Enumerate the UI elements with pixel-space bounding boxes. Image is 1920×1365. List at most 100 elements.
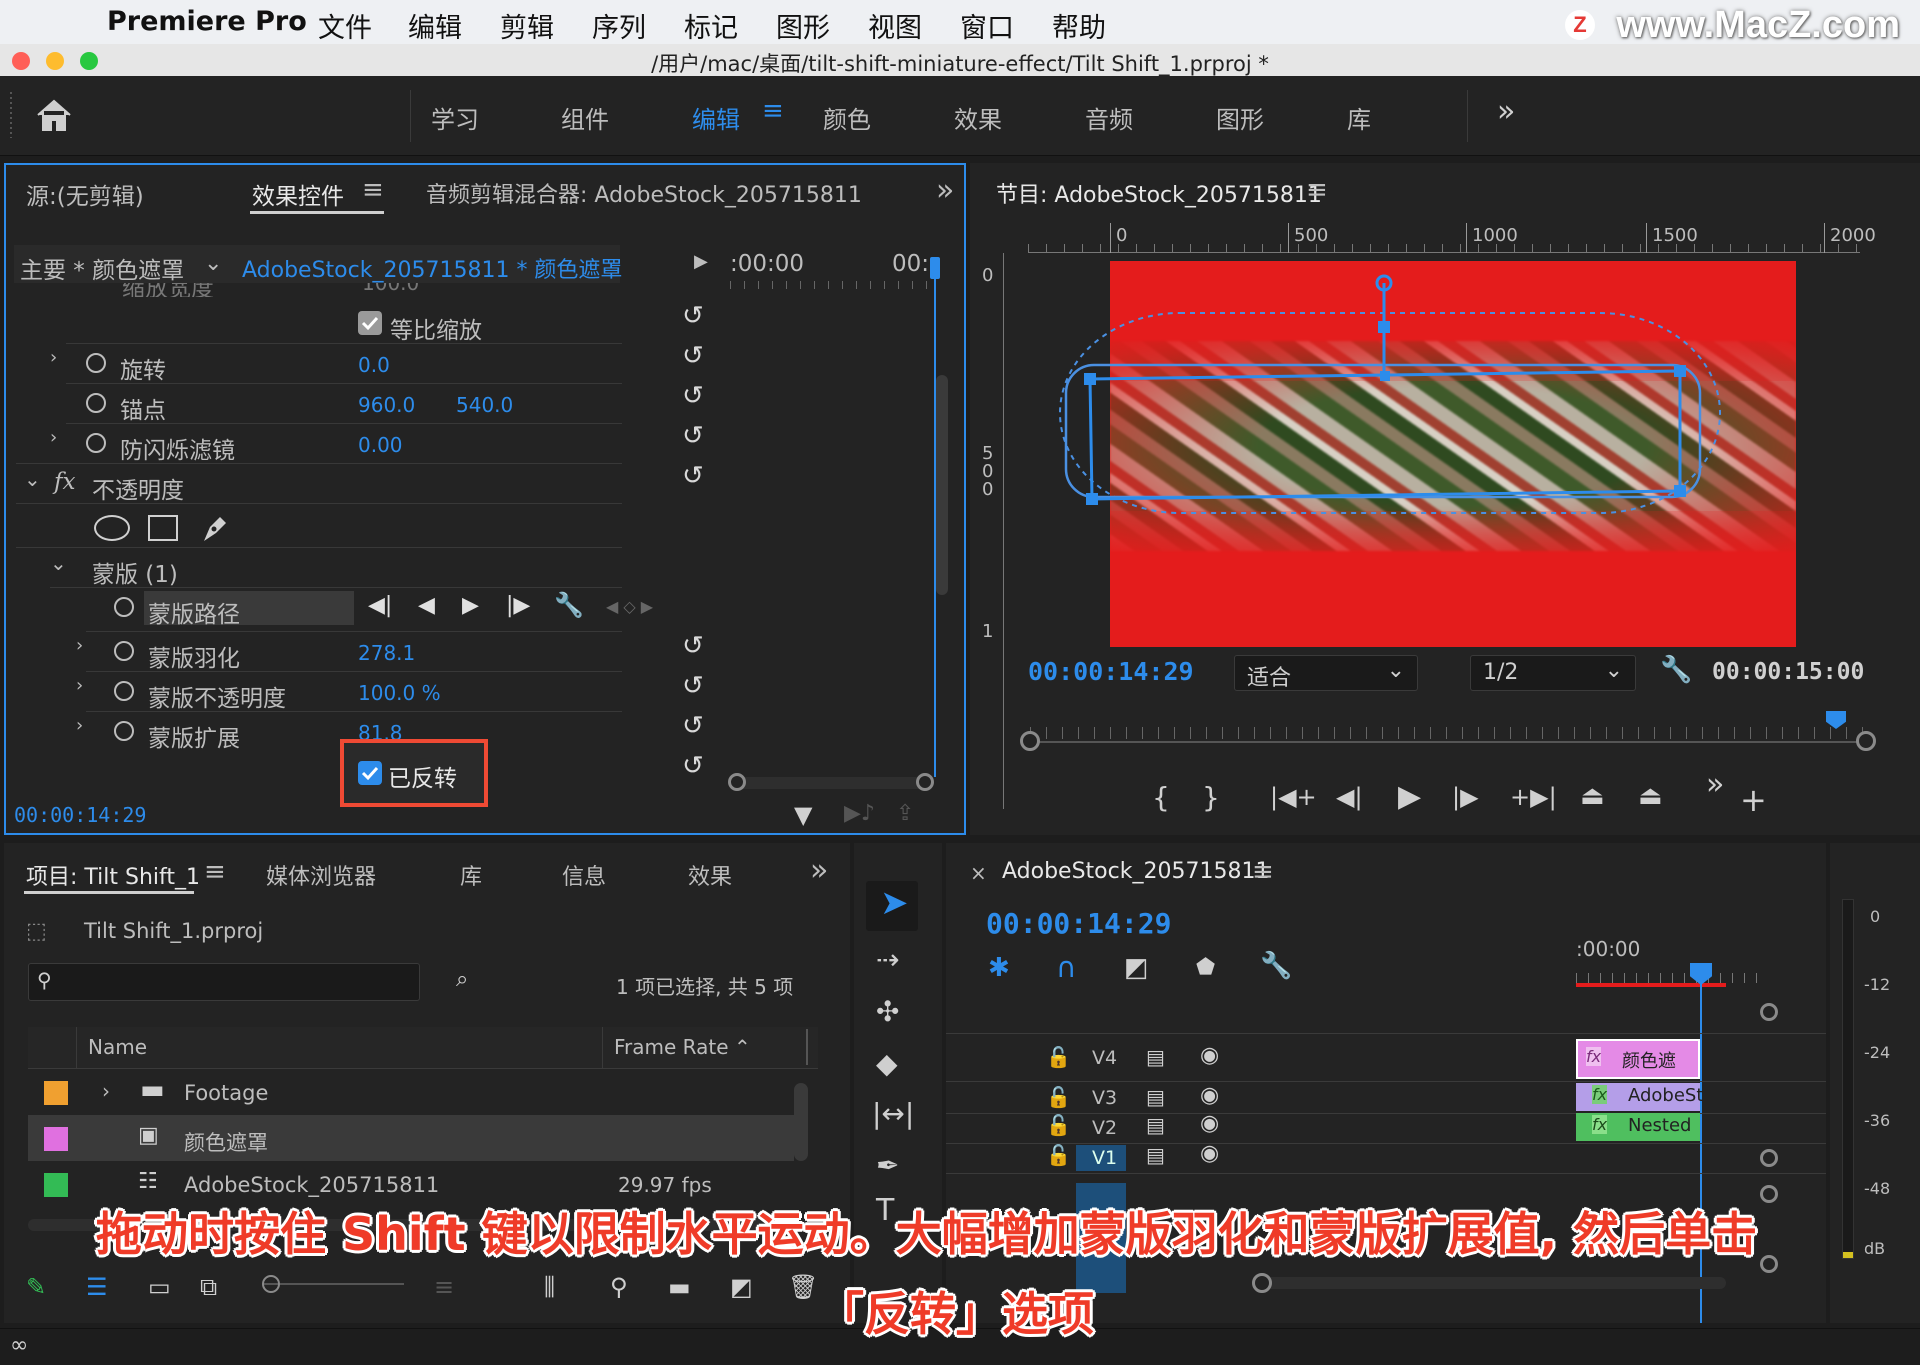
panel-menu-icon[interactable]: ≡ xyxy=(204,857,226,887)
panel-menu-icon[interactable]: ≡ xyxy=(1252,857,1274,887)
lock-icon[interactable]: 🔓 xyxy=(1046,1143,1071,1167)
program-playhead-timecode[interactable]: 00:00:14:29 xyxy=(1028,657,1194,686)
track-name-v1[interactable]: V1 xyxy=(1092,1147,1117,1169)
ripple-edit-tool-icon[interactable]: ✣ xyxy=(876,995,899,1028)
v-zoom-handle-top[interactable] xyxy=(1760,1003,1778,1021)
clip-nested[interactable]: fx Nested xyxy=(1576,1113,1700,1141)
label-color-swatch[interactable] xyxy=(44,1081,68,1105)
anchor-y-value[interactable]: 540.0 xyxy=(456,393,513,417)
button-editor-icon[interactable]: + xyxy=(1740,781,1767,819)
workspace-color[interactable]: 颜色 xyxy=(823,100,871,135)
reset-icon[interactable]: ↺ xyxy=(682,711,704,741)
sync-lock-icon[interactable]: ▤ xyxy=(1146,1113,1165,1137)
home-icon[interactable] xyxy=(36,98,72,132)
stopwatch-icon[interactable] xyxy=(114,597,134,617)
automate-to-sequence-icon[interactable]: ⫼ xyxy=(544,1273,555,1301)
ec-scrollbar[interactable] xyxy=(936,375,948,595)
mark-out-icon[interactable]: } xyxy=(1202,781,1220,814)
more-buttons-icon[interactable]: » xyxy=(1706,767,1724,802)
tab-info[interactable]: 信息 xyxy=(562,859,606,891)
workspace-assembly[interactable]: 组件 xyxy=(561,100,609,135)
keyframe-prev-icon[interactable]: ◀ ◇ ▶ xyxy=(606,597,653,616)
stopwatch-icon[interactable] xyxy=(114,641,134,661)
export-icon[interactable]: ⇪ xyxy=(896,801,914,826)
work-area-bar[interactable] xyxy=(1576,983,1726,987)
lock-icon[interactable]: 🔓 xyxy=(1046,1045,1071,1069)
extract-icon[interactable]: ⏏ xyxy=(1638,781,1663,811)
workspace-learn[interactable]: 学习 xyxy=(431,100,479,135)
workspace-effects[interactable]: 效果 xyxy=(954,100,1002,135)
sort-ascending-icon[interactable]: ⌃ xyxy=(734,1035,751,1059)
menu-view[interactable]: 视图 xyxy=(868,6,922,45)
stopwatch-icon[interactable] xyxy=(86,393,106,413)
sync-lock-icon[interactable]: ▤ xyxy=(1146,1045,1165,1069)
insert-nest-icon[interactable]: ✱ xyxy=(988,953,1010,983)
scrub-zoom-left[interactable] xyxy=(1020,731,1040,751)
sync-lock-icon[interactable]: ▤ xyxy=(1146,1085,1165,1109)
eye-icon[interactable]: ◉ xyxy=(1200,1111,1219,1136)
razor-tool-icon[interactable]: ◆ xyxy=(876,1047,898,1080)
expand-icon[interactable]: › xyxy=(50,427,57,448)
minimize-window-button[interactable] xyxy=(46,52,64,70)
go-to-in-icon[interactable]: |◀+ xyxy=(1270,783,1317,811)
sync-lock-icon[interactable]: ▤ xyxy=(1146,1143,1165,1167)
selection-tool-icon[interactable]: ➤ xyxy=(880,883,909,923)
tab-media-browser[interactable]: 媒体浏览器 xyxy=(266,859,376,891)
anti-flicker-value[interactable]: 0.00 xyxy=(358,433,403,457)
scrub-zoom-right[interactable] xyxy=(1856,731,1876,751)
tab-source[interactable]: 源:(无剪辑) xyxy=(26,177,144,211)
reset-icon[interactable]: ↺ xyxy=(682,631,704,661)
tab-libraries[interactable]: 库 xyxy=(460,859,482,891)
menu-file[interactable]: 文件 xyxy=(318,6,372,45)
zoom-slider-handle[interactable] xyxy=(262,1275,280,1293)
chevron-down-icon[interactable]: ⌄ xyxy=(204,251,222,276)
program-scrub-bar[interactable] xyxy=(1030,741,1866,743)
track-selected-backward-icon[interactable]: ◀| xyxy=(368,593,392,618)
stopwatch-icon[interactable] xyxy=(114,681,134,701)
timeline-h-scrollbar[interactable] xyxy=(1256,1277,1726,1289)
panel-grip[interactable] xyxy=(10,92,12,138)
panel-menu-icon[interactable]: ≡ xyxy=(1306,175,1328,205)
tab-effects[interactable]: 效果 xyxy=(688,859,732,891)
play-only-clip-audio-icon[interactable]: ▶ xyxy=(694,251,708,272)
timeline-timecode[interactable]: 00:00:14:29 xyxy=(986,907,1171,940)
anchor-x-value[interactable]: 960.0 xyxy=(358,393,415,417)
clip-selector[interactable]: AdobeStock_205715811 * 颜色遮罩 xyxy=(242,252,622,284)
reset-icon[interactable]: ↺ xyxy=(682,301,704,331)
zoom-window-button[interactable] xyxy=(80,52,98,70)
rectangle-mask-icon[interactable] xyxy=(148,515,178,541)
reset-icon[interactable]: ↺ xyxy=(682,341,704,371)
tab-audio-clip-mixer[interactable]: 音频剪辑混合器: AdobeStock_205715811 xyxy=(426,177,862,209)
menu-window[interactable]: 窗口 xyxy=(960,6,1014,45)
ellipse-mask-icon[interactable] xyxy=(94,515,130,541)
play-audio-icon[interactable]: ▶♪ xyxy=(844,801,875,826)
play-icon[interactable]: ▶ xyxy=(1398,779,1421,814)
track-forward-icon[interactable]: ▶ xyxy=(462,593,479,618)
settings-wrench-icon[interactable]: 🔧 xyxy=(1660,655,1692,685)
filter-icon[interactable]: ▼ xyxy=(794,801,812,829)
linked-selection-icon[interactable]: ◩ xyxy=(1124,953,1149,983)
column-name[interactable]: Name xyxy=(88,1035,147,1059)
pencil-icon[interactable]: ✎ xyxy=(26,1273,46,1301)
menu-marker[interactable]: 标记 xyxy=(684,6,738,45)
eye-icon[interactable]: ◉ xyxy=(1200,1141,1219,1166)
slip-tool-icon[interactable]: |↔| xyxy=(872,1097,914,1130)
more-panels-icon[interactable]: » xyxy=(936,173,954,208)
reset-icon[interactable]: ↺ xyxy=(682,751,704,781)
project-row-footage[interactable]: › ▬ Footage xyxy=(28,1069,794,1115)
new-item-icon[interactable]: ◩ xyxy=(730,1273,753,1301)
stopwatch-icon[interactable] xyxy=(86,353,106,373)
step-forward-icon[interactable]: |▶ xyxy=(1452,783,1479,811)
creative-cloud-icon[interactable]: ∞ xyxy=(10,1333,28,1358)
clip-adobestock[interactable]: fx AdobeSt xyxy=(1576,1083,1703,1111)
lock-icon[interactable]: 🔓 xyxy=(1046,1113,1071,1137)
expand-icon[interactable]: › xyxy=(50,347,57,368)
mask-overlay[interactable] xyxy=(1020,253,1860,653)
ec-playhead[interactable] xyxy=(930,257,940,279)
new-bin-icon[interactable]: ▬ xyxy=(668,1273,691,1301)
mask-opacity-value[interactable]: 100.0 % xyxy=(358,681,441,705)
eye-icon[interactable]: ◉ xyxy=(1200,1043,1219,1068)
program-monitor-title[interactable]: 节目: AdobeStock_205715811 xyxy=(996,177,1322,209)
resolution-dropdown[interactable]: 1/2 ⌄ xyxy=(1470,655,1636,691)
ec-zoom-scrollbar[interactable] xyxy=(732,777,932,789)
